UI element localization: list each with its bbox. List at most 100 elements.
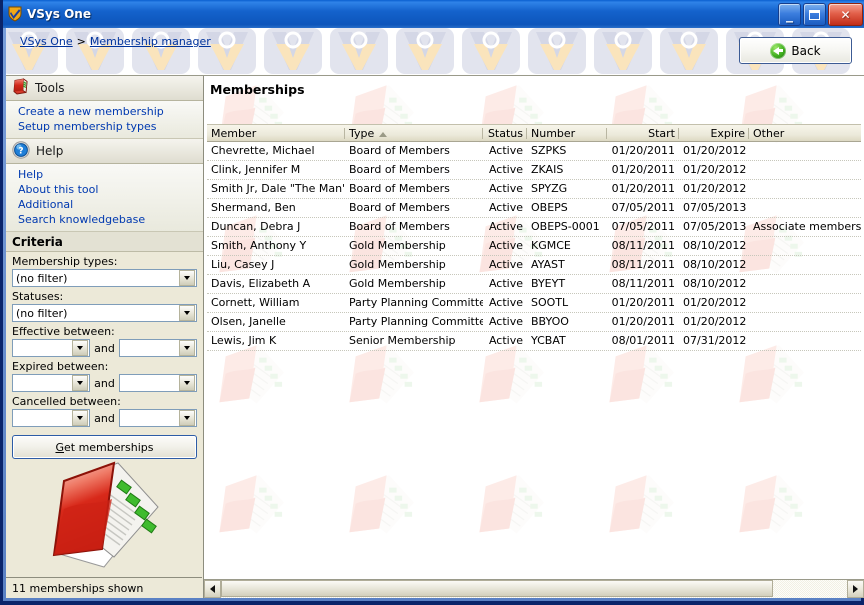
chevron-down-icon[interactable] (72, 340, 89, 356)
column-header-start[interactable]: Start (607, 125, 679, 142)
close-icon: ✕ (840, 7, 851, 22)
cell-expire: 01/20/2012 (683, 296, 747, 309)
scroll-left-button[interactable] (204, 580, 221, 598)
cell-other (749, 161, 861, 179)
cell-type: Gold Membership (349, 239, 446, 252)
table-row[interactable]: Smith Jr, Dale "The Man" Board of Members… (207, 180, 861, 199)
table-row[interactable]: Olsen, Janelle Party Planning Committee Ac… (207, 313, 861, 332)
cell-status: Active (488, 201, 523, 214)
chevron-down-icon[interactable] (179, 305, 195, 321)
cancelled-and-label: and (94, 411, 115, 425)
link-additional[interactable]: Additional (18, 197, 203, 212)
close-button[interactable]: ✕ (828, 3, 863, 26)
cell-status: Active (488, 296, 523, 309)
grid-rows: Chevrette, Michael Board of Members Active… (207, 142, 861, 351)
effective-from-combo[interactable] (12, 339, 91, 357)
application-window: VSys One _ ✕ VSys One > Membership manag… (0, 0, 864, 605)
tools-section-header: Tools (6, 76, 203, 101)
chevron-down-icon[interactable] (178, 375, 195, 391)
table-row[interactable]: Davis, Elizabeth A Gold Membership Active B… (207, 275, 861, 294)
cell-number: SOOTL (531, 296, 569, 309)
table-row[interactable]: Duncan, Debra J Board of Members Active OBE… (207, 218, 861, 237)
cell-number: OBEPS-0001 (531, 220, 600, 233)
expired-to-combo[interactable] (118, 374, 197, 392)
get-memberships-button[interactable]: Get memberships (12, 435, 197, 459)
maximize-button[interactable] (803, 3, 826, 26)
link-about-this-tool[interactable]: About this tool (18, 182, 203, 197)
column-header-type[interactable]: Type (345, 125, 483, 142)
column-header-expire[interactable]: Expire (679, 125, 749, 142)
membership-types-combo[interactable]: (no filter) (12, 269, 197, 287)
cell-status: Active (488, 315, 523, 328)
chevron-down-icon[interactable] (72, 375, 89, 391)
table-row[interactable]: Lewis, Jim K Senior Membership Active YCBAT… (207, 332, 861, 351)
minimize-icon: _ (786, 7, 793, 23)
chevron-down-icon[interactable] (178, 410, 195, 426)
statuses-combo[interactable]: (no filter) (12, 304, 197, 322)
window-controls: _ ✕ (778, 3, 863, 26)
chevron-down-icon[interactable] (178, 340, 195, 356)
link-setup-membership-types[interactable]: Setup membership types (18, 119, 203, 134)
cell-expire: 07/05/2013 (683, 201, 747, 214)
sort-ascending-icon (379, 131, 388, 137)
cell-start: 08/11/2011 (611, 239, 675, 252)
horizontal-scrollbar[interactable] (204, 579, 864, 598)
cell-status: Active (488, 258, 523, 271)
main-panel: Memberships Member Type Status Number St… (204, 76, 864, 598)
table-row[interactable]: Cornett, William Party Planning Committee… (207, 294, 861, 313)
back-button-label: Back (791, 43, 821, 58)
column-header-status[interactable]: Status (483, 125, 527, 142)
cell-member: Clink, Jennifer M (211, 163, 301, 176)
cell-member: Olsen, Janelle (211, 315, 286, 328)
link-create-new-membership[interactable]: Create a new membership (18, 104, 203, 119)
column-header-other[interactable]: Other (749, 125, 861, 142)
table-row[interactable]: Chevrette, Michael Board of Members Active… (207, 142, 861, 161)
table-row[interactable]: Liu, Casey J Gold Membership Active AYAST 08… (207, 256, 861, 275)
chevron-down-icon[interactable] (179, 270, 195, 286)
cancelled-to-combo[interactable] (118, 409, 197, 427)
cell-other (749, 294, 861, 312)
scroll-right-button[interactable] (847, 580, 864, 598)
cell-expire: 08/10/2012 (683, 239, 747, 252)
breadcrumb-root[interactable]: VSys One (20, 35, 73, 48)
chevron-down-icon[interactable] (72, 410, 89, 426)
back-button[interactable]: Back (739, 37, 852, 64)
cell-other (749, 180, 861, 198)
table-row[interactable]: Clink, Jennifer M Board of Members Active Z… (207, 161, 861, 180)
membership-types-label: Membership types: (12, 255, 118, 268)
breadcrumb-banner: VSys One > Membership manager Back (6, 28, 864, 76)
cell-start: 07/05/2011 (611, 220, 675, 233)
cell-type: Board of Members (349, 182, 450, 195)
cell-member: Shermand, Ben (211, 201, 296, 214)
minimize-button[interactable]: _ (778, 3, 801, 26)
cell-expire: 01/20/2012 (683, 163, 747, 176)
scrollbar-thumb[interactable] (221, 580, 773, 597)
cell-status: Active (488, 182, 523, 195)
membership-types-value: (no filter) (16, 271, 68, 285)
effective-to-combo[interactable] (118, 339, 197, 357)
get-memberships-label: et memberships (64, 440, 154, 454)
table-row[interactable]: Shermand, Ben Board of Members Active OBEPS… (207, 199, 861, 218)
link-help[interactable]: Help (18, 167, 203, 182)
table-row[interactable]: Smith, Anthony Y Gold Membership Active KGM… (207, 237, 861, 256)
field-statuses: Statuses: (no filter) (6, 287, 203, 322)
column-header-member[interactable]: Member (207, 125, 345, 142)
breadcrumb-current[interactable]: Membership manager (90, 35, 211, 48)
cell-start: 08/01/2011 (611, 334, 675, 347)
effective-between-label: Effective between: (12, 325, 115, 338)
column-header-number[interactable]: Number (527, 125, 607, 142)
help-section-header: ? Help (6, 139, 203, 164)
cell-number: BBYOO (531, 315, 569, 328)
statuses-value: (no filter) (16, 306, 68, 320)
cell-member: Smith Jr, Dale "The Man" (211, 182, 345, 195)
cancelled-between-label: Cancelled between: (12, 395, 121, 408)
expired-from-combo[interactable] (12, 374, 91, 392)
link-search-knowledgebase[interactable]: Search knowledgebase (18, 212, 203, 227)
effective-and-label: and (94, 341, 115, 355)
cell-other (749, 256, 861, 274)
cancelled-from-combo[interactable] (12, 409, 91, 427)
cell-status: Active (488, 334, 523, 347)
cell-other: Associate membership (753, 220, 861, 233)
scrollbar-track[interactable] (221, 580, 847, 598)
grid-header: Member Type Status Number Start Expire O… (207, 124, 861, 142)
